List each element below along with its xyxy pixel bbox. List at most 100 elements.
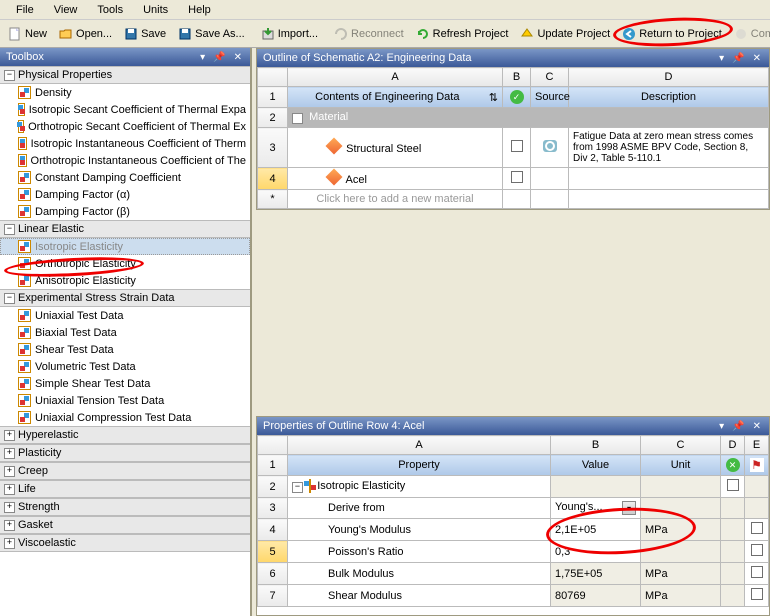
expand-icon[interactable]: + (4, 448, 15, 459)
menu-tools[interactable]: Tools (87, 2, 133, 18)
table-row[interactable]: 4 Acel (258, 168, 769, 190)
menu-units[interactable]: Units (133, 2, 178, 18)
menu-bar: File View Tools Units Help (0, 0, 770, 20)
tree-category[interactable]: − Linear Elastic (0, 220, 250, 238)
update-button[interactable]: Update Project (514, 24, 616, 44)
property-icon (18, 188, 31, 201)
expand-icon[interactable]: + (4, 430, 15, 441)
property-row[interactable]: 3Derive fromYoung's... ▾ (258, 498, 769, 519)
tree-item[interactable]: Damping Factor (β) (0, 203, 250, 220)
tree-item[interactable]: Damping Factor (α) (0, 186, 250, 203)
new-button[interactable]: New (2, 24, 53, 44)
tree-item[interactable]: Volumetric Test Data (0, 358, 250, 375)
collapse-icon[interactable]: − (4, 224, 15, 235)
expand-icon[interactable]: + (4, 466, 15, 477)
table-row[interactable]: 3 Structural Steel Fatigue Data at zero … (258, 128, 769, 168)
dropdown-icon[interactable]: ▾ (198, 52, 207, 63)
tree-item[interactable]: Shear Test Data (0, 341, 250, 358)
source-link-icon[interactable] (543, 140, 557, 152)
property-icon (18, 411, 31, 424)
tree-item[interactable]: Uniaxial Compression Test Data (0, 409, 250, 426)
refresh-button[interactable]: Refresh Project (410, 24, 515, 44)
tree-item[interactable]: Constant Damping Coefficient (0, 169, 250, 186)
tree-item[interactable]: Orthotropic Instantaneous Coefficient of… (0, 152, 250, 169)
tree-category[interactable]: + Gasket (0, 516, 250, 534)
tree-item[interactable]: Biaxial Test Data (0, 324, 250, 341)
tree-category[interactable]: + Creep (0, 462, 250, 480)
contents-header: Contents of Engineering Data (315, 91, 459, 103)
tree-item[interactable]: Anisotropic Elasticity (0, 272, 250, 289)
dropdown-icon[interactable]: ▾ (622, 501, 636, 515)
tree-item[interactable]: Uniaxial Tension Test Data (0, 392, 250, 409)
dropdown-icon[interactable]: ▾ (717, 53, 726, 64)
pin-icon[interactable]: 📌 (730, 421, 746, 432)
checkbox[interactable] (511, 171, 523, 183)
tree-item[interactable]: Isotropic Elasticity (0, 238, 250, 255)
outline-grid[interactable]: A B C D 1 Contents of Engineering Data ⇅… (257, 67, 769, 209)
save-button[interactable]: Save (118, 24, 172, 44)
tree-category[interactable]: + Strength (0, 498, 250, 516)
tree-item[interactable]: Density (0, 84, 250, 101)
close-icon[interactable]: ✕ (232, 52, 244, 63)
tree-category[interactable]: + Plasticity (0, 444, 250, 462)
expand-icon[interactable]: + (4, 484, 15, 495)
properties-grid[interactable]: A B C D E 1 Property Value Unit ✕ ⚑ 2 (257, 435, 769, 607)
import-button[interactable]: Import... (255, 24, 324, 44)
tree-category[interactable]: + Hyperelastic (0, 426, 250, 444)
collapse-icon[interactable]: − (4, 70, 15, 81)
checkbox[interactable] (751, 544, 763, 556)
tree-item[interactable]: Orthotropic Secant Coefficient of Therma… (0, 118, 250, 135)
toolbar: New Open... Save Save As... Import... Re… (0, 20, 770, 48)
expand-icon[interactable]: + (4, 520, 15, 531)
collapse-icon[interactable]: − (4, 293, 15, 304)
checkbox[interactable] (751, 588, 763, 600)
toolbox-tree[interactable]: − Physical Properties Density Isotropic … (0, 66, 250, 616)
expand-icon[interactable]: + (4, 502, 15, 513)
tree-item[interactable]: Uniaxial Test Data (0, 307, 250, 324)
menu-view[interactable]: View (44, 2, 88, 18)
checkbox[interactable] (511, 140, 523, 152)
return-button[interactable]: Return to Project (616, 24, 728, 44)
checkbox[interactable] (751, 566, 763, 578)
tree-category[interactable]: − Experimental Stress Strain Data (0, 289, 250, 307)
tree-item[interactable]: Orthotropic Elasticity (0, 255, 250, 272)
property-row[interactable]: 5Poisson's Ratio0,3 (258, 541, 769, 563)
property-row[interactable]: 7Shear Modulus80769MPa (258, 585, 769, 607)
property-row[interactable]: 4Young's Modulus2,1E+05MPa (258, 519, 769, 541)
open-button[interactable]: Open... (53, 24, 118, 44)
tree-category[interactable]: − Physical Properties (0, 66, 250, 84)
property-row[interactable]: 6Bulk Modulus1,75E+05MPa (258, 563, 769, 585)
checkbox[interactable] (751, 522, 763, 534)
props-title: Properties of Outline Row 4: Acel (263, 420, 424, 432)
toolbox-panel: Toolbox ▾ 📌 ✕ − Physical Properties Densit… (0, 48, 252, 616)
property-icon (18, 137, 27, 150)
tree-item[interactable]: Simple Shear Test Data (0, 375, 250, 392)
tree-category[interactable]: + Viscoelastic (0, 534, 250, 552)
toolbox-title: Toolbox (6, 51, 44, 63)
collapse-icon[interactable]: − (292, 482, 303, 493)
menu-file[interactable]: File (6, 2, 44, 18)
menu-help[interactable]: Help (178, 2, 221, 18)
collapse-icon[interactable]: − (292, 113, 303, 124)
pin-icon[interactable]: 📌 (730, 53, 746, 64)
close-icon[interactable]: ✕ (751, 421, 763, 432)
pin-icon[interactable]: 📌 (211, 52, 227, 63)
dropdown-icon[interactable]: ▾ (717, 421, 726, 432)
property-icon (18, 103, 25, 116)
toolbox-title-bar: Toolbox ▾ 📌 ✕ (0, 48, 250, 66)
flag-icon: ⚑ (750, 458, 764, 472)
property-icon (18, 360, 31, 373)
tree-item[interactable]: Isotropic Instantaneous Coefficient of T… (0, 135, 250, 152)
property-icon (18, 154, 27, 167)
property-row[interactable]: 2− Isotropic Elasticity (258, 476, 769, 498)
tree-item[interactable]: Isotropic Secant Coefficient of Thermal … (0, 101, 250, 118)
add-material-row[interactable]: * Click here to add a new material (258, 190, 769, 209)
checkbox[interactable] (727, 479, 739, 491)
expand-icon[interactable]: + (4, 538, 15, 549)
property-icon (18, 343, 31, 356)
saveas-button[interactable]: Save As... (172, 24, 251, 44)
tree-category[interactable]: + Life (0, 480, 250, 498)
close-icon[interactable]: ✕ (751, 53, 763, 64)
property-icon (309, 479, 311, 493)
property-icon (18, 394, 31, 407)
